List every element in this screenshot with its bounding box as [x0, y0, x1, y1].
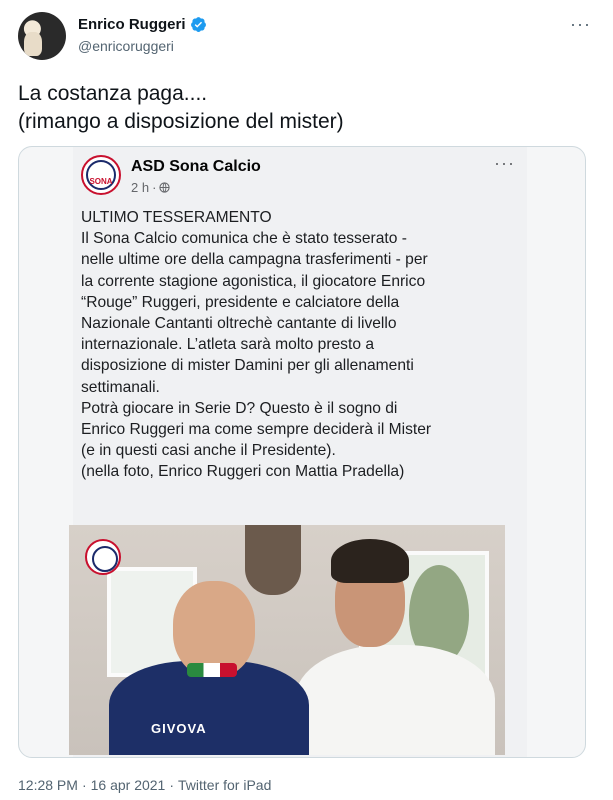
- fb-post-line: (e in questi casi anche il Presidente).: [81, 442, 336, 460]
- tweet-text-line: La costanza paga....: [18, 82, 208, 105]
- tweet-source[interactable]: Twitter for iPad: [178, 777, 271, 793]
- fb-post-line: nelle ultime ore della campagna trasferi…: [81, 251, 428, 269]
- author-display-name[interactable]: Enrico Ruggeri: [78, 16, 186, 33]
- sona-calcio-logo: SONA: [81, 155, 121, 195]
- fb-post-line: Enrico Ruggeri ma come sempre deciderà i…: [81, 421, 432, 439]
- fb-post-line: ULTIMO TESSERAMENTO: [81, 209, 272, 226]
- verified-badge-icon: [190, 17, 206, 33]
- fb-post-photo: GIVOVA: [69, 525, 505, 755]
- fb-more-icon: ···: [494, 153, 515, 173]
- fb-post-line: internazionale. L’atleta sarà molto pres…: [81, 336, 374, 354]
- fb-post-meta: 2 h ·: [131, 180, 171, 195]
- more-options-icon[interactable]: ···: [570, 14, 591, 35]
- tweet-date[interactable]: 16 apr 2021: [91, 777, 166, 793]
- author-avatar[interactable]: [18, 12, 66, 60]
- fb-post-line: settimanali.: [81, 378, 160, 396]
- fb-post-line: Nazionale Cantanti oltrechè cantante di …: [81, 315, 397, 333]
- tweet-text: La costanza paga.... (rimango a disposiz…: [18, 80, 588, 136]
- fb-post-line: “Rouge” Ruggeri, presidente e calciatore…: [81, 293, 400, 311]
- fb-meta-separator: ·: [152, 180, 157, 195]
- author-name-row: Enrico Ruggeri: [78, 16, 207, 33]
- tweet-time[interactable]: 12:28 PM: [18, 777, 78, 793]
- fb-post-time: 2 h: [131, 180, 150, 195]
- fb-post-line: Il Sona Calcio comunica che è stato tess…: [81, 230, 407, 248]
- timestamp-separator: ·: [81, 777, 87, 793]
- tweet-text-line: (rimango a disposizione del mister): [18, 110, 344, 133]
- author-handle[interactable]: @enricoruggeri: [78, 38, 174, 54]
- globe-icon: [159, 182, 171, 193]
- tweet-timestamp: 12:28 PM · 16 apr 2021 · Twitter for iPa…: [18, 777, 271, 793]
- tweet-media[interactable]: SONA ASD Sona Calcio 2 h · ··· ULTIMO TE…: [18, 146, 586, 758]
- photo-club-logo: [85, 539, 121, 575]
- tweet-header: Enrico Ruggeri @enricoruggeri ···: [18, 12, 595, 62]
- fb-page-name: ASD Sona Calcio: [131, 158, 261, 175]
- fb-post-line: Potrà giocare in Serie D? Questo è il so…: [81, 399, 398, 417]
- fb-post-line: (nella foto, Enrico Ruggeri con Mattia P…: [81, 463, 405, 481]
- timestamp-separator: ·: [169, 777, 175, 793]
- jersey-brand-text: GIVOVA: [151, 721, 207, 736]
- embedded-facebook-post: SONA ASD Sona Calcio 2 h · ··· ULTIMO TE…: [69, 147, 527, 757]
- fb-post-line: disposizione di mister Damini per gli al…: [81, 357, 414, 375]
- fb-post-line: la corrente stagione agonistica, il gioc…: [81, 272, 426, 290]
- fb-post-text: ULTIMO TESSERAMENTO Il Sona Calcio comun…: [81, 207, 521, 483]
